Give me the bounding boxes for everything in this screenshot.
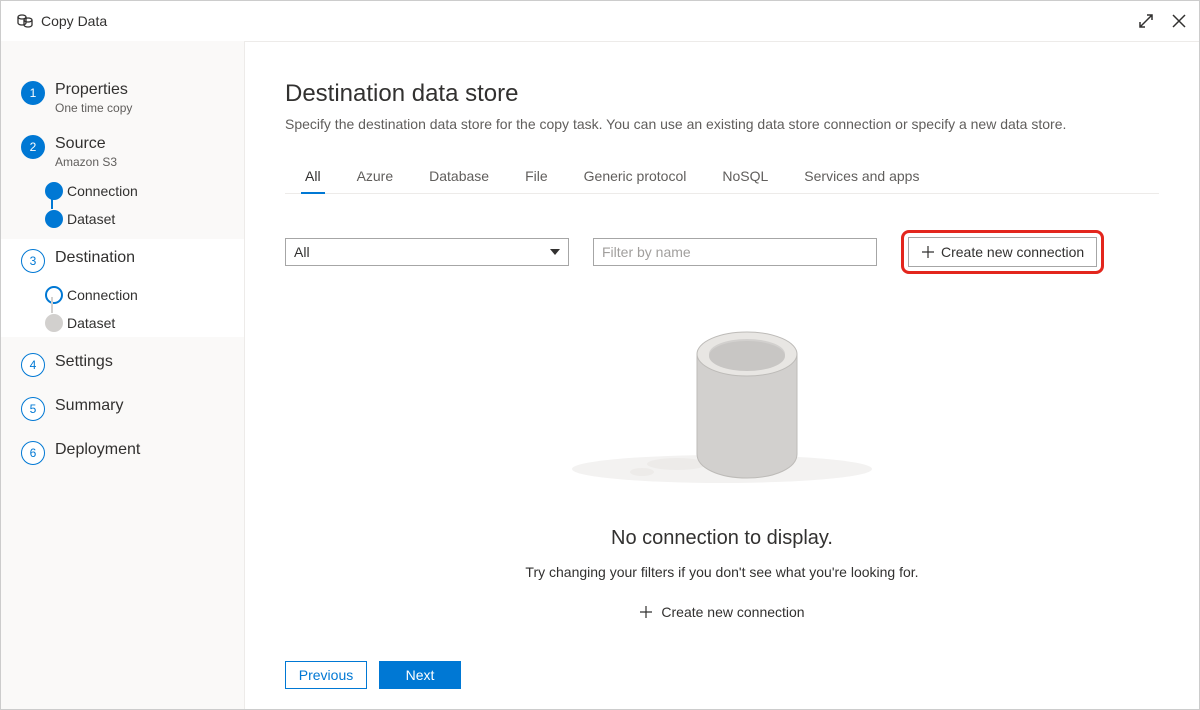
step-number-badge: 6 <box>21 441 45 465</box>
substep-destination-connection[interactable]: Connection <box>45 281 244 309</box>
plus-icon <box>639 605 653 619</box>
step-summary[interactable]: 5 Summary <box>1 387 244 431</box>
step-settings[interactable]: 4 Settings <box>1 343 244 387</box>
step-number-badge: 2 <box>21 135 45 159</box>
step-label: Settings <box>55 353 113 371</box>
window-header: Copy Data <box>1 1 1199 41</box>
empty-description: Try changing your filters if you don't s… <box>525 564 918 580</box>
create-new-connection-button[interactable]: Create new connection <box>908 237 1097 267</box>
empty-state: No connection to display. Try changing y… <box>285 274 1159 647</box>
name-filter-input[interactable] <box>593 238 877 266</box>
wizard-footer: Previous Next <box>285 647 1159 689</box>
step-source[interactable]: 2 Source Amazon S3 <box>1 125 244 179</box>
page-description: Specify the destination data store for t… <box>285 116 1159 132</box>
main-panel: Destination data store Specify the desti… <box>245 41 1199 709</box>
next-button[interactable]: Next <box>379 661 461 689</box>
step-number-badge: 3 <box>21 249 45 273</box>
step-properties[interactable]: 1 Properties One time copy <box>1 71 244 125</box>
step-sublabel: Amazon S3 <box>55 155 117 169</box>
step-deployment[interactable]: 6 Deployment <box>1 431 244 475</box>
step-label: Source <box>55 135 117 153</box>
tab-generic-protocol[interactable]: Generic protocol <box>580 160 691 194</box>
plus-icon <box>921 245 935 259</box>
tab-file[interactable]: File <box>521 160 552 194</box>
type-filter-select[interactable]: All <box>285 238 569 266</box>
tab-all[interactable]: All <box>301 160 325 194</box>
category-tabs: All Azure Database File Generic protocol… <box>285 160 1159 194</box>
step-number-badge: 4 <box>21 353 45 377</box>
step-destination[interactable]: 3 Destination <box>1 239 244 283</box>
tab-azure[interactable]: Azure <box>353 160 398 194</box>
previous-button[interactable]: Previous <box>285 661 367 689</box>
step-label: Deployment <box>55 441 140 459</box>
step-label: Destination <box>55 249 135 267</box>
close-icon[interactable] <box>1171 13 1187 29</box>
tab-nosql[interactable]: NoSQL <box>718 160 772 194</box>
step-label: Summary <box>55 397 123 415</box>
expand-icon[interactable] <box>1139 14 1153 28</box>
copy-data-icon <box>17 13 33 29</box>
step-number-badge: 5 <box>21 397 45 421</box>
annotation-highlight: Create new connection <box>901 230 1104 274</box>
step-label: Properties <box>55 81 132 99</box>
empty-create-connection-link[interactable]: Create new connection <box>639 604 804 620</box>
substep-source-dataset[interactable]: Dataset <box>45 205 244 233</box>
database-empty-icon <box>552 314 892 497</box>
chevron-down-icon <box>550 249 560 255</box>
empty-title: No connection to display. <box>611 527 833 550</box>
substep-destination-dataset[interactable]: Dataset <box>45 309 244 337</box>
substep-source-connection[interactable]: Connection <box>45 177 244 205</box>
tab-database[interactable]: Database <box>425 160 493 194</box>
tab-services-and-apps[interactable]: Services and apps <box>800 160 923 194</box>
wizard-sidebar: 1 Properties One time copy 2 Source Amaz… <box>1 41 245 709</box>
step-sublabel: One time copy <box>55 101 132 115</box>
step-number-badge: 1 <box>21 81 45 105</box>
window-title: Copy Data <box>41 13 107 29</box>
select-value: All <box>294 244 310 260</box>
page-title: Destination data store <box>285 80 1159 108</box>
